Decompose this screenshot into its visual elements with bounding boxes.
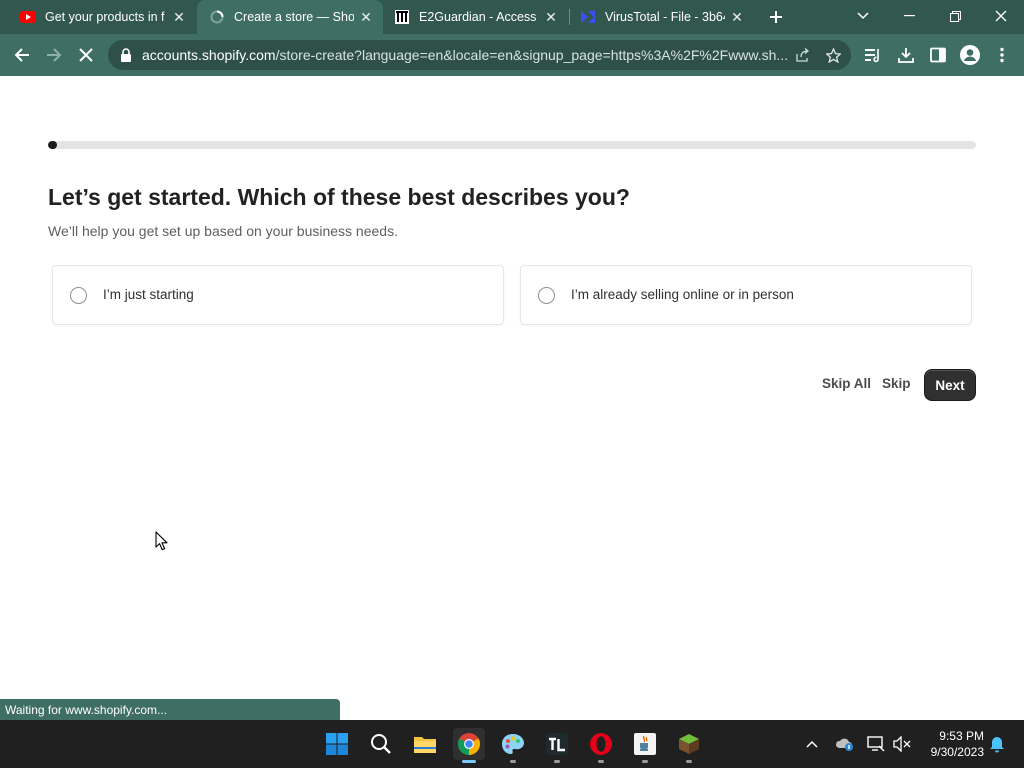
tl-app-icon[interactable] [541, 728, 573, 760]
active-app-indicator [462, 760, 476, 763]
youtube-icon [20, 9, 36, 25]
notification-bell-icon[interactable] [987, 734, 1007, 754]
search-icon[interactable] [365, 728, 397, 760]
close-icon[interactable]: ✕ [728, 8, 746, 26]
browser-toolbar: accounts.shopify.com/store-create?langua… [0, 34, 1024, 76]
lock-icon[interactable] [120, 48, 132, 62]
app-running-indicator [598, 760, 604, 763]
chrome-icon[interactable] [453, 728, 485, 760]
screen: Get your products in fr ✕ Create a store… [0, 0, 1024, 768]
radio-button[interactable] [538, 287, 555, 304]
java-icon[interactable] [629, 728, 661, 760]
close-icon[interactable]: ✕ [357, 8, 375, 26]
url-path: /store-create?language=en&locale=en&sign… [275, 47, 789, 63]
virustotal-icon [580, 9, 596, 25]
tab-strip: Get your products in fr ✕ Create a store… [0, 0, 1024, 34]
url-host: accounts.shopify.com [142, 47, 276, 63]
window-close-button[interactable] [986, 4, 1016, 28]
next-button[interactable]: Next [924, 369, 976, 401]
app-running-indicator [642, 760, 648, 763]
radio-button[interactable] [70, 287, 87, 304]
file-explorer-icon[interactable] [409, 728, 441, 760]
more-menu-icon[interactable] [991, 44, 1013, 66]
network-monitor-icon[interactable] [866, 734, 886, 754]
clock-time: 9:53 PM [939, 729, 984, 743]
page-content: Let’s get started. Which of these best d… [0, 76, 1024, 720]
clock-date: 9/30/2023 [930, 745, 984, 759]
option-already-selling[interactable]: I’m already selling online or in person [520, 265, 972, 325]
skip-button[interactable]: Skip [882, 376, 911, 391]
tab-title: VirusTotal - File - 3b64 [605, 10, 725, 24]
tab-title: E2Guardian - Access De [419, 10, 539, 24]
windows-start-icon[interactable] [321, 728, 353, 760]
option-label: I’m already selling online or in person [571, 287, 794, 302]
progress-fill [48, 141, 58, 149]
restore-button[interactable] [940, 4, 970, 28]
address-bar[interactable]: accounts.shopify.com/store-create?langua… [108, 40, 851, 70]
back-button[interactable] [10, 43, 34, 67]
tab-e2guardian[interactable]: E2Guardian - Access De ✕ [384, 0, 568, 34]
tab-title: Get your products in fr [45, 10, 165, 24]
new-tab-button[interactable] [764, 5, 788, 29]
profile-avatar-icon[interactable] [959, 44, 981, 66]
minimize-button[interactable] [894, 4, 924, 28]
side-panel-icon[interactable] [927, 44, 949, 66]
tab-shopify[interactable]: Create a store — Shopify ✕ [197, 0, 383, 34]
opera-icon[interactable] [585, 728, 617, 760]
status-bar: Waiting for www.shopify.com... [0, 699, 340, 720]
skip-all-button[interactable]: Skip All [822, 376, 871, 391]
taskbar: 9:53 PM 9/30/2023 [0, 720, 1024, 768]
download-icon[interactable] [895, 44, 917, 66]
tab-youtube[interactable]: Get your products in fr ✕ [10, 0, 196, 34]
tab-search-chevron-icon[interactable] [848, 4, 878, 28]
mouse-cursor-icon [155, 531, 168, 551]
app-running-indicator [510, 760, 516, 763]
share-icon[interactable] [794, 47, 810, 63]
url-text[interactable]: accounts.shopify.com/store-create?langua… [142, 47, 790, 63]
tab-virustotal[interactable]: VirusTotal - File - 3b64 ✕ [570, 0, 754, 34]
app-running-indicator [554, 760, 560, 763]
onedrive-cloud-icon[interactable] [835, 734, 855, 754]
close-icon[interactable]: ✕ [170, 8, 188, 26]
page-title: Let’s get started. Which of these best d… [48, 184, 630, 210]
option-just-starting[interactable]: I’m just starting [52, 265, 504, 325]
app-running-indicator [686, 760, 692, 763]
paint-icon[interactable] [497, 728, 529, 760]
tab-title: Create a store — Shopify [234, 10, 354, 24]
onboarding-progress-bar [48, 141, 976, 149]
loading-spinner-icon [209, 9, 225, 25]
forward-button[interactable] [42, 43, 66, 67]
bookmark-star-icon[interactable] [825, 47, 841, 63]
minecraft-icon[interactable] [673, 728, 705, 760]
e2guardian-icon [394, 9, 410, 25]
page-subtitle: We’ll help you get set up based on your … [48, 223, 398, 239]
close-icon[interactable]: ✕ [542, 8, 560, 26]
option-label: I’m just starting [103, 287, 194, 302]
media-control-icon[interactable] [862, 44, 884, 66]
system-clock[interactable]: 9:53 PM 9/30/2023 [918, 728, 984, 760]
stop-loading-button[interactable] [74, 43, 98, 67]
volume-muted-icon[interactable] [892, 734, 912, 754]
show-hidden-icons-chevron-icon[interactable] [802, 734, 822, 754]
